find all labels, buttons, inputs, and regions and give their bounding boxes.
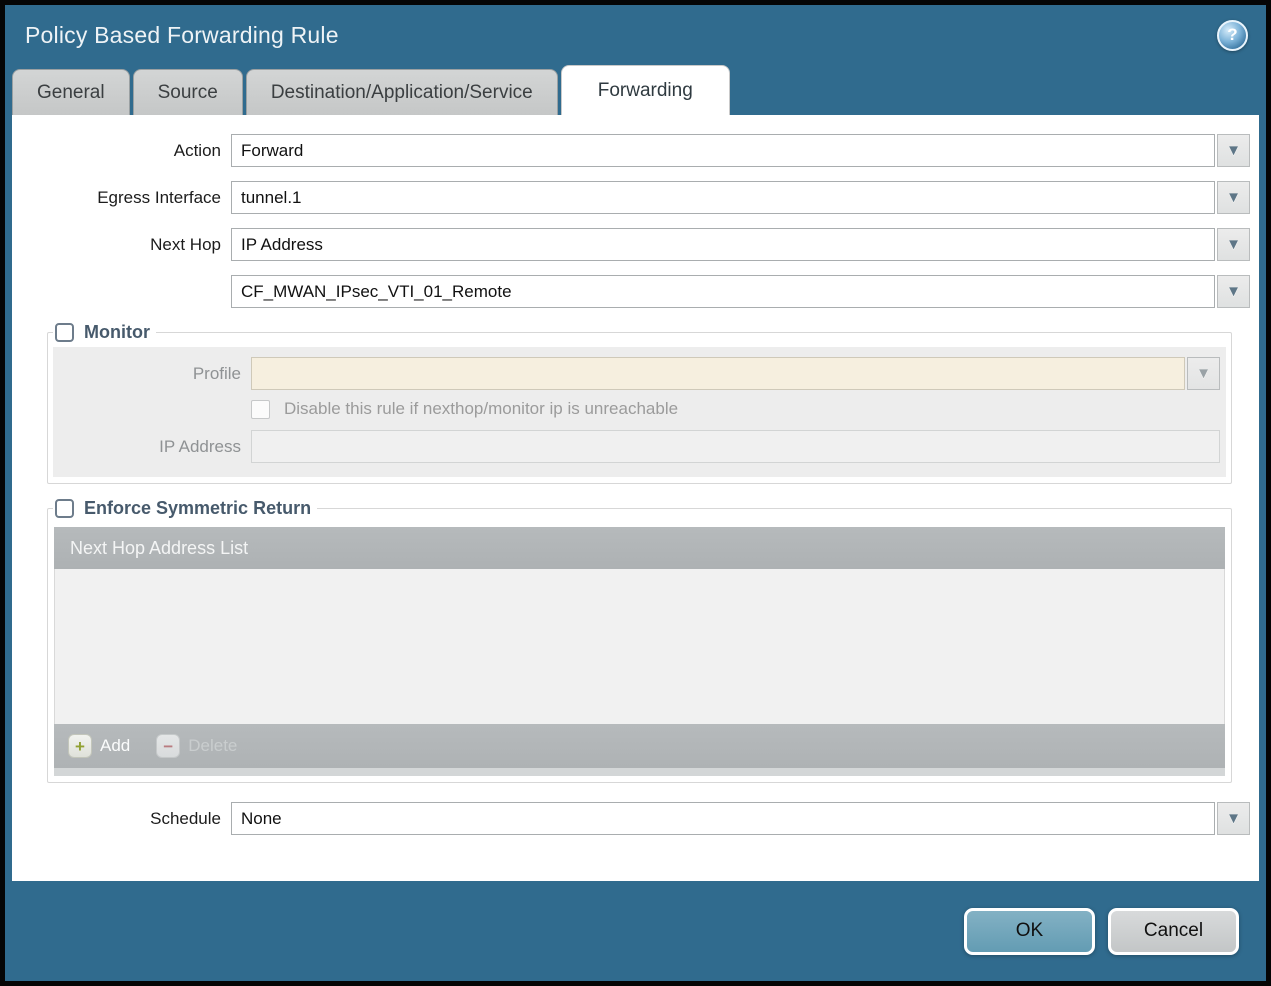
egress-interface-dropdown-button[interactable]: ▼ bbox=[1217, 181, 1250, 214]
schedule-row: Schedule None ▼ bbox=[21, 802, 1250, 835]
next-hop-address-list-table: Next Hop Address List + Add − Delete bbox=[54, 527, 1225, 776]
next-hop-address-select[interactable]: CF_MWAN_IPsec_VTI_01_Remote bbox=[231, 275, 1215, 308]
next-hop-address-list-body[interactable] bbox=[54, 569, 1225, 724]
tab-strip: General Source Destination/Application/S… bbox=[5, 65, 1266, 115]
next-hop-type-select[interactable]: IP Address bbox=[231, 228, 1215, 261]
next-hop-address-list-header: Next Hop Address List bbox=[54, 527, 1225, 569]
next-hop-label: Next Hop bbox=[150, 234, 221, 254]
cancel-button[interactable]: Cancel bbox=[1108, 907, 1239, 955]
enforce-symmetric-return-legend: Enforce Symmetric Return bbox=[53, 498, 317, 519]
add-button[interactable]: + Add bbox=[68, 734, 130, 758]
profile-label: Profile bbox=[192, 363, 241, 383]
titlebar: Policy Based Forwarding Rule ? bbox=[5, 5, 1266, 65]
delete-button-label: Delete bbox=[188, 736, 238, 755]
table-bottom-strip bbox=[54, 768, 1225, 776]
chevron-down-icon: ▼ bbox=[1226, 810, 1241, 827]
schedule-dropdown-button[interactable]: ▼ bbox=[1217, 802, 1250, 835]
tab-general[interactable]: General bbox=[12, 69, 130, 115]
chevron-down-icon: ▼ bbox=[1226, 142, 1241, 159]
profile-row: Profile ▼ bbox=[53, 357, 1220, 390]
chevron-down-icon: ▼ bbox=[1226, 189, 1241, 206]
help-icon[interactable]: ? bbox=[1217, 19, 1248, 51]
egress-interface-row: Egress Interface tunnel.1 ▼ bbox=[21, 181, 1250, 214]
egress-interface-select[interactable]: tunnel.1 bbox=[231, 181, 1215, 214]
profile-select bbox=[251, 357, 1185, 390]
next-hop-type-dropdown-button[interactable]: ▼ bbox=[1217, 228, 1250, 261]
delete-button: − Delete bbox=[156, 734, 237, 758]
enforce-symmetric-return-legend-label: Enforce Symmetric Return bbox=[84, 498, 312, 518]
add-icon: + bbox=[68, 734, 92, 758]
chevron-down-icon: ▼ bbox=[1196, 365, 1211, 382]
monitor-legend-label: Monitor bbox=[84, 322, 150, 342]
dialog-footer: OK Cancel bbox=[5, 881, 1266, 981]
monitor-panel: Profile ▼ Disable this rule if nexthop/m… bbox=[53, 347, 1226, 477]
disable-rule-row: Disable this rule if nexthop/monitor ip … bbox=[251, 399, 1220, 419]
action-row: Action Forward ▼ bbox=[21, 134, 1250, 167]
action-dropdown-button[interactable]: ▼ bbox=[1217, 134, 1250, 167]
action-select[interactable]: Forward bbox=[231, 134, 1215, 167]
monitor-legend: Monitor bbox=[53, 322, 156, 343]
schedule-select[interactable]: None bbox=[231, 802, 1215, 835]
delete-icon: − bbox=[156, 734, 181, 758]
monitor-checkbox[interactable] bbox=[55, 323, 74, 342]
ok-button[interactable]: OK bbox=[964, 907, 1095, 955]
chevron-down-icon: ▼ bbox=[1226, 283, 1241, 300]
chevron-down-icon: ▼ bbox=[1226, 236, 1241, 253]
tab-source[interactable]: Source bbox=[132, 69, 243, 115]
action-label: Action bbox=[173, 140, 221, 160]
policy-based-forwarding-dialog: Policy Based Forwarding Rule ? General S… bbox=[0, 0, 1271, 986]
tab-destination-application-service[interactable]: Destination/Application/Service bbox=[245, 69, 558, 115]
monitor-ip-address-input bbox=[251, 430, 1220, 463]
disable-rule-label: Disable this rule if nexthop/monitor ip … bbox=[284, 399, 679, 418]
monitor-fieldset: Monitor Profile ▼ Disable this rule if n… bbox=[47, 322, 1232, 484]
enforce-symmetric-return-checkbox[interactable] bbox=[55, 499, 74, 518]
monitor-ip-address-label: IP Address bbox=[159, 436, 241, 456]
monitor-ip-address-row: IP Address bbox=[53, 430, 1220, 463]
next-hop-address-dropdown-button[interactable]: ▼ bbox=[1217, 275, 1250, 308]
add-button-label: Add bbox=[100, 736, 131, 755]
next-hop-row: Next Hop IP Address ▼ bbox=[21, 228, 1250, 261]
profile-dropdown-button: ▼ bbox=[1187, 357, 1220, 390]
egress-interface-label: Egress Interface bbox=[97, 187, 221, 207]
schedule-label: Schedule bbox=[150, 808, 221, 828]
next-hop-address-list-toolbar: + Add − Delete bbox=[54, 724, 1225, 768]
enforce-symmetric-return-fieldset: Enforce Symmetric Return Next Hop Addres… bbox=[47, 498, 1232, 783]
tab-forwarding[interactable]: Forwarding bbox=[560, 65, 730, 115]
disable-rule-checkbox bbox=[251, 399, 270, 419]
next-hop-address-row: CF_MWAN_IPsec_VTI_01_Remote ▼ bbox=[21, 275, 1250, 308]
dialog-title: Policy Based Forwarding Rule bbox=[25, 21, 339, 48]
forwarding-tab-panel: Action Forward ▼ Egress Interface tunnel… bbox=[12, 115, 1259, 881]
